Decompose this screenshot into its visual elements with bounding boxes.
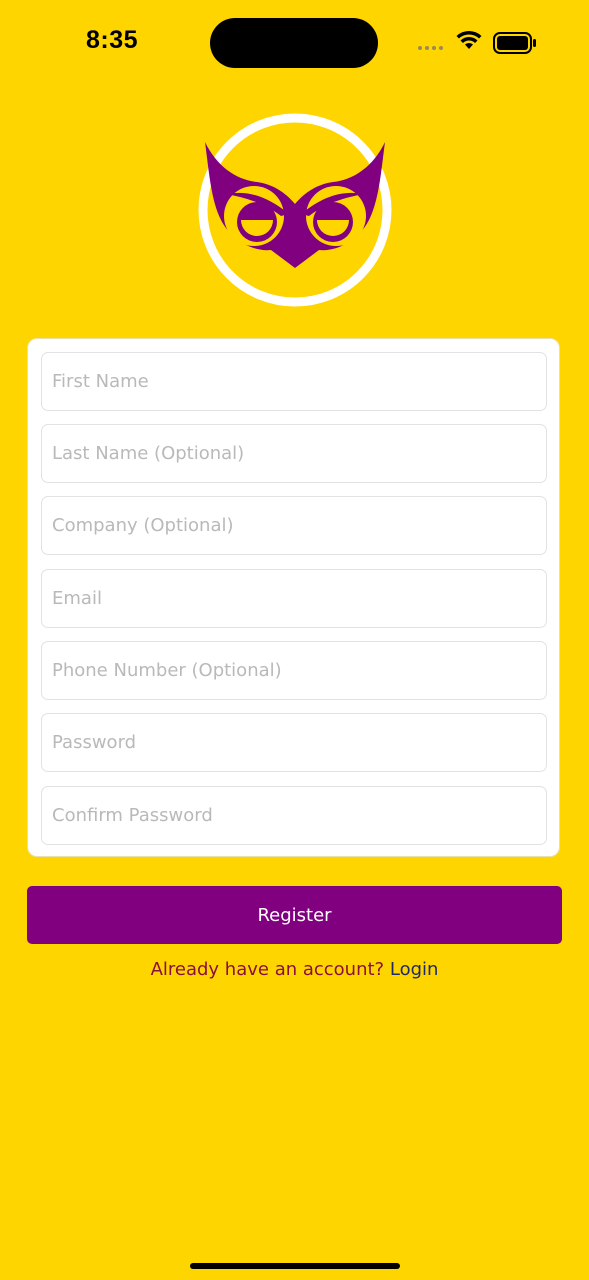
battery-icon [493,32,536,54]
company-input[interactable] [41,496,547,555]
owl-logo-icon [198,113,392,307]
status-time: 8:35 [86,26,139,54]
last-name-input[interactable] [41,424,547,483]
registration-form [27,338,560,857]
register-button[interactable]: Register [27,886,562,944]
login-prompt: Already have an account? [150,959,385,980]
wifi-icon [456,30,482,49]
status-bar: 8:35 [0,0,589,86]
dynamic-island [210,18,378,68]
confirm-password-input[interactable] [41,786,547,845]
signal-icon [418,46,443,50]
status-icons [418,28,538,56]
home-indicator[interactable] [190,1263,400,1269]
login-row: Already have an account? Login [0,959,589,980]
first-name-input[interactable] [41,352,547,411]
email-input[interactable] [41,569,547,628]
login-link[interactable]: Login [390,959,439,980]
password-input[interactable] [41,713,547,772]
phone-number-input[interactable] [41,641,547,700]
